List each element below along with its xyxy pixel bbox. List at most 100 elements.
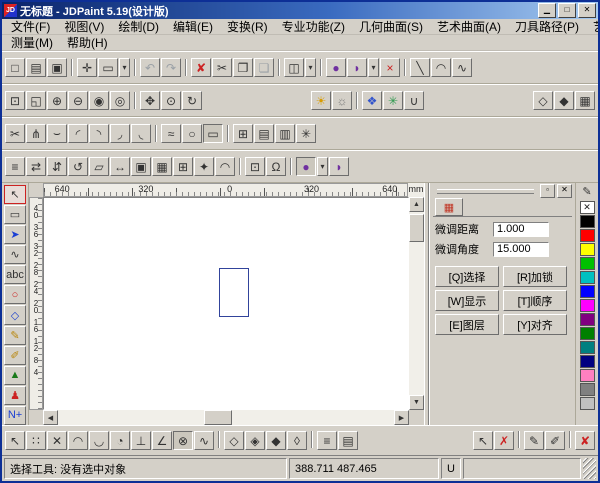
zoom-window-button[interactable]: ⊡ — [5, 91, 25, 110]
menu-toolpath[interactable]: 刀具路径(P) — [508, 20, 586, 34]
knife-tool[interactable]: ✐ — [4, 346, 26, 365]
undo-button[interactable]: ↶ — [140, 58, 160, 77]
snap-curve-button[interactable]: ∿ — [194, 431, 214, 450]
snap-midpoint-button[interactable]: ◠ — [68, 431, 88, 450]
join-curve-button[interactable]: ⌣ — [47, 124, 67, 143]
horizontal-scroll-thumb[interactable] — [204, 410, 232, 425]
swatch-navy[interactable] — [580, 355, 595, 368]
snap-disable-button[interactable]: ⊗ — [173, 431, 193, 450]
wireframe-view-button[interactable]: ◇ — [533, 91, 553, 110]
snap-grid-point-button[interactable]: ∷ — [26, 431, 46, 450]
menu-art-draw[interactable]: 艺术绘制(Y) — [586, 20, 600, 34]
snap-perpendicular-button[interactable]: ⊥ — [131, 431, 151, 450]
zoom-actual-button[interactable]: ⊙ — [161, 91, 181, 110]
maximize-button[interactable]: □ — [558, 3, 576, 18]
order-button[interactable]: [T]顺序 — [503, 290, 567, 311]
swatch-black[interactable] — [580, 215, 595, 228]
rotate-copy-button[interactable]: ↺ — [68, 157, 88, 176]
swatch-silver[interactable] — [580, 397, 595, 410]
ellipse-tool[interactable]: ○ — [4, 285, 26, 304]
group-button[interactable]: ❖ — [362, 91, 382, 110]
art-shape-dropdown[interactable]: ▾ — [368, 58, 379, 77]
array-column-button[interactable]: ▥ — [275, 124, 295, 143]
art-shape-button[interactable]: ◗ — [347, 58, 367, 77]
show-object-button[interactable]: ◉ — [89, 91, 109, 110]
cone-3d-tool[interactable]: ▲ — [4, 366, 26, 385]
oval-frame-button[interactable]: ○ — [182, 124, 202, 143]
draw-plane-free-button[interactable]: ◊ — [287, 431, 307, 450]
marquee-select-tool[interactable]: ▭ — [4, 205, 26, 224]
paste-button[interactable]: ❏ — [254, 58, 274, 77]
nudge-distance-input[interactable] — [493, 222, 549, 237]
twist-deform-button[interactable]: ✦ — [194, 157, 214, 176]
marquee-dropdown[interactable]: ▾ — [119, 58, 130, 77]
snap-quadrant-button[interactable]: ◔ — [110, 431, 130, 450]
weld-shapes-button[interactable]: ≡ — [5, 157, 25, 176]
light-on-button[interactable]: ☀ — [311, 91, 331, 110]
snap-grid-toggle-button[interactable]: ⊡ — [245, 157, 265, 176]
art-blob-dropdown[interactable]: ▾ — [317, 157, 328, 176]
menu-help[interactable]: 帮助(H) — [60, 36, 115, 50]
art-wave-button[interactable]: ◗ — [329, 157, 349, 176]
mirror-horizontal-button[interactable]: ⇄ — [26, 157, 46, 176]
magnet-snap-button[interactable]: Ω — [266, 157, 286, 176]
vertical-scroll-thumb[interactable] — [409, 214, 424, 242]
swatch-purple[interactable] — [580, 313, 595, 326]
refresh-view-button[interactable]: ↻ — [182, 91, 202, 110]
menu-measure[interactable]: 测量(M) — [4, 36, 60, 50]
snap-arc-button[interactable]: ◡ — [89, 431, 109, 450]
swatch-cyan[interactable] — [580, 271, 595, 284]
zoom-out-button[interactable]: ⊖ — [68, 91, 88, 110]
panel-grip[interactable] — [437, 189, 534, 194]
exit-tool-button[interactable]: ✘ — [575, 431, 595, 450]
tile-windows-button[interactable]: ◫ — [284, 58, 304, 77]
lock-button[interactable]: [R]加锁 — [503, 266, 567, 287]
menu-geometry-surface[interactable]: 几何曲面(S) — [352, 20, 430, 34]
round-rect-frame-button[interactable]: ▭ — [203, 124, 223, 143]
sharp-corner-button[interactable]: ◞ — [110, 124, 130, 143]
break-point-button[interactable]: ⋔ — [26, 124, 46, 143]
cut-button[interactable]: ✂ — [212, 58, 232, 77]
chamfer-corner-button[interactable]: ◝ — [89, 124, 109, 143]
new-file-button[interactable]: □ — [5, 58, 25, 77]
fillet-corner-button[interactable]: ◜ — [68, 124, 88, 143]
array-rotate-button[interactable]: ✳ — [296, 124, 316, 143]
layer-button[interactable]: [E]图层 — [435, 314, 499, 335]
pen-snap-button[interactable]: ✎ — [524, 431, 544, 450]
align-button[interactable]: [Y]对齐 — [503, 314, 567, 335]
pick-filter-off-button[interactable]: ✗ — [494, 431, 514, 450]
art-brush-button[interactable]: ● — [326, 58, 346, 77]
nudge-angle-input[interactable] — [493, 242, 549, 257]
scroll-up-button[interactable]: ▲ — [409, 197, 424, 212]
pen-color-icon[interactable]: ✎ — [582, 185, 591, 200]
draw-plane-xz-button[interactable]: ◈ — [245, 431, 265, 450]
array-row-button[interactable]: ▤ — [254, 124, 274, 143]
array-grid-button[interactable]: ⊞ — [233, 124, 253, 143]
menu-file[interactable]: 文件(F) — [4, 20, 57, 34]
text-tool[interactable]: abc — [4, 265, 26, 284]
save-file-button[interactable]: ▣ — [47, 58, 67, 77]
art-blob-button[interactable]: ● — [296, 157, 316, 176]
curve-draw-tool[interactable]: ∿ — [4, 245, 26, 264]
redo-button[interactable]: ↷ — [161, 58, 181, 77]
swatch-magenta[interactable] — [580, 299, 595, 312]
open-file-button[interactable]: ▤ — [26, 58, 46, 77]
tile-windows-dropdown[interactable]: ▾ — [305, 58, 316, 77]
swatch-pink[interactable] — [580, 369, 595, 382]
minimize-button[interactable]: ▁ — [538, 3, 556, 18]
menu-draw[interactable]: 绘制(D) — [111, 20, 166, 34]
lattice-deform-button[interactable]: ▦ — [152, 157, 172, 176]
draw-plane-xy-button[interactable]: ◇ — [224, 431, 244, 450]
vertical-scrollbar[interactable]: ▲ ▼ — [409, 197, 424, 410]
delete-button[interactable]: ✘ — [191, 58, 211, 77]
polygon-tool[interactable]: ◇ — [4, 305, 26, 324]
horizontal-scrollbar[interactable]: ◀ ▶ — [43, 410, 409, 425]
swatch-teal[interactable] — [580, 341, 595, 354]
offset-curve-button[interactable]: ≈ — [161, 124, 181, 143]
drawing-canvas[interactable] — [43, 197, 409, 410]
mirror-vertical-button[interactable]: ⇵ — [47, 157, 67, 176]
combine-button[interactable]: ∪ — [404, 91, 424, 110]
stretch-shape-button[interactable]: ↔ — [110, 157, 130, 176]
dock-restore-button[interactable]: ▫ — [540, 184, 555, 198]
swatch-dark-green[interactable] — [580, 327, 595, 340]
